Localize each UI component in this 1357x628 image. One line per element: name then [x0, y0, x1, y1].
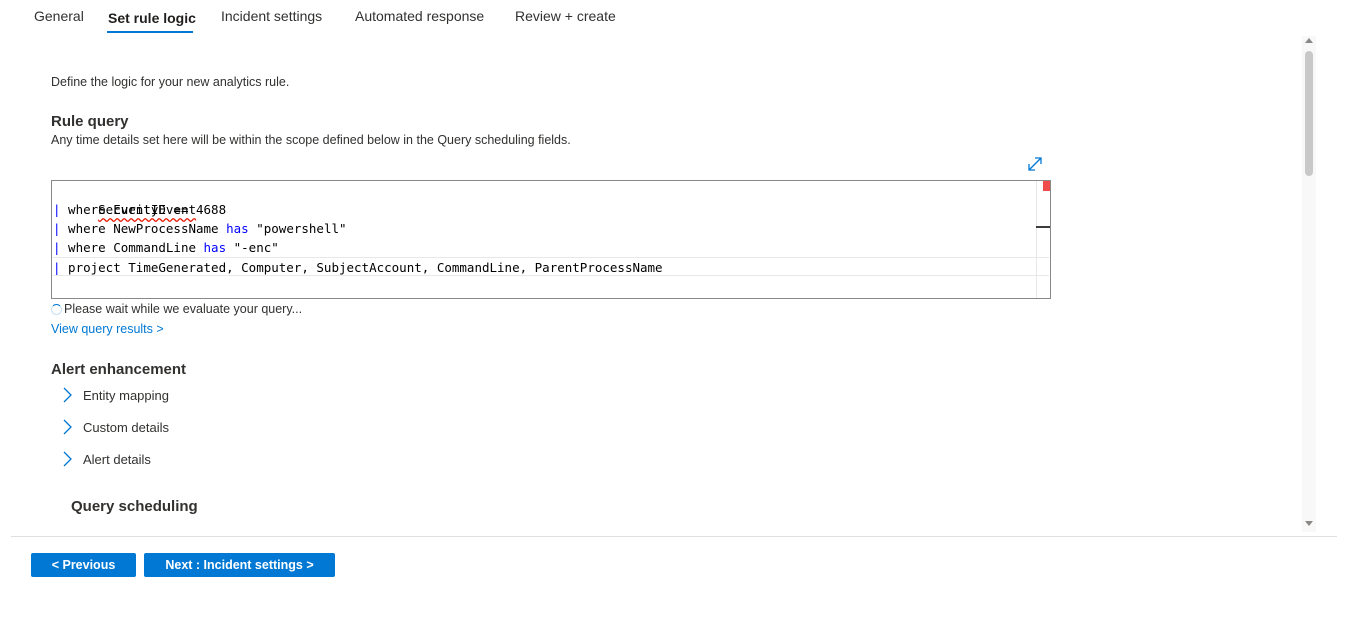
tab-set-rule-logic[interactable]: Set rule logic: [108, 10, 196, 26]
view-query-results-link[interactable]: View query results >: [51, 322, 164, 336]
query-editor[interactable]: SecurityEvent | where EventID == 4688 | …: [51, 180, 1051, 299]
code-text: project TimeGenerated, Computer, Subject…: [60, 260, 663, 275]
tab-automated-response[interactable]: Automated response: [355, 8, 484, 24]
active-tab-indicator: [107, 31, 193, 33]
footer-divider: [11, 536, 1337, 537]
code-pipe: |: [53, 221, 61, 236]
wizard-tabs: General Set rule logic Incident settings…: [0, 0, 1357, 36]
code-text: "powershell": [248, 221, 347, 236]
custom-details-expander[interactable]: Custom details: [60, 418, 169, 436]
entity-mapping-expander[interactable]: Entity mapping: [60, 386, 169, 404]
chevron-right-icon: [63, 387, 72, 403]
chevron-right-icon: [63, 419, 72, 435]
code-line-3: | where NewProcessName has "powershell": [53, 219, 347, 238]
expand-icon[interactable]: [1026, 155, 1044, 173]
code-line-4: | where CommandLine has "-enc": [53, 238, 279, 257]
code-pipe: |: [53, 240, 61, 255]
tab-incident-settings[interactable]: Incident settings: [221, 8, 322, 24]
chevron-right-icon: [63, 451, 72, 467]
alert-enhancement-heading: Alert enhancement: [51, 361, 187, 378]
code-pipe: |: [53, 202, 61, 217]
query-status-text: Please wait while we evaluate your query…: [64, 302, 303, 316]
code-text: "-enc": [226, 240, 279, 255]
query-scheduling-heading: Query scheduling: [71, 498, 198, 515]
code-line-2: | where EventID == 4688: [53, 200, 226, 219]
editor-scrollbar[interactable]: [1036, 181, 1050, 298]
rule-query-heading: Rule query: [51, 113, 129, 130]
scroll-up-arrow-icon[interactable]: [1305, 38, 1313, 43]
code-pipe: |: [53, 260, 61, 275]
scroll-down-arrow-icon[interactable]: [1305, 521, 1313, 526]
code-text: where NewProcessName: [60, 221, 227, 236]
code-line-1: SecurityEvent: [53, 181, 196, 217]
tab-general[interactable]: General: [34, 8, 84, 24]
intro-text: Define the logic for your new analytics …: [51, 75, 290, 89]
loading-spinner-icon: [51, 303, 62, 315]
entity-mapping-label: Entity mapping: [83, 387, 169, 403]
custom-details-label: Custom details: [83, 419, 169, 435]
rule-query-description: Any time details set here will be within…: [51, 133, 571, 147]
tab-review-create[interactable]: Review + create: [515, 8, 616, 24]
rule-logic-panel: Define the logic for your new analytics …: [0, 36, 1300, 532]
alert-details-expander[interactable]: Alert details: [60, 450, 151, 468]
code-text: where CommandLine: [60, 240, 204, 255]
error-marker: [1043, 181, 1050, 191]
next-incident-settings-button[interactable]: Next : Incident settings >: [144, 553, 335, 577]
code-line-5: | project TimeGenerated, Computer, Subje…: [53, 257, 1049, 276]
previous-button[interactable]: < Previous: [31, 553, 136, 577]
page-scrollbar[interactable]: [1302, 36, 1316, 532]
code-keyword: has: [203, 240, 227, 255]
code-keyword: has: [226, 221, 249, 236]
alert-details-label: Alert details: [83, 451, 151, 467]
scrollbar-thumb[interactable]: [1305, 51, 1313, 176]
cursor-marker: [1036, 226, 1050, 228]
code-text: where EventID == 4688: [60, 202, 227, 217]
query-status: Please wait while we evaluate your query…: [51, 302, 302, 316]
